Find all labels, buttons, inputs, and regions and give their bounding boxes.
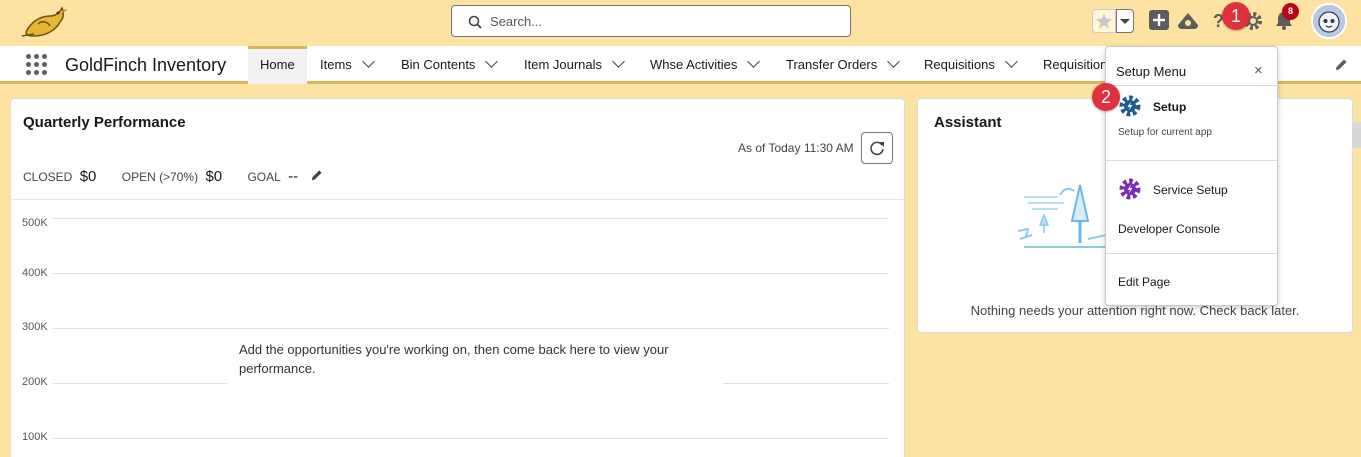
goldfinch-logo[interactable] <box>20 2 72 42</box>
favorite-star-button[interactable] <box>1092 9 1116 33</box>
y-axis-tick: 200K <box>22 376 48 388</box>
step-marker-2: 2 <box>1092 83 1120 111</box>
edit-goal-pencil-icon[interactable] <box>310 169 323 182</box>
setup-gear-blue-icon <box>1119 95 1141 117</box>
app-name: GoldFinch Inventory <box>65 55 227 75</box>
star-icon <box>1096 13 1112 29</box>
utility-panel-toggle[interactable] <box>1352 122 1361 148</box>
chevron-down-icon[interactable] <box>747 55 761 68</box>
divider <box>1106 160 1277 161</box>
nav-tab-label: Item Journals <box>524 57 603 72</box>
favorites-control[interactable] <box>1092 9 1134 33</box>
notification-count-badge: 8 <box>1282 3 1299 20</box>
closed-value: $0 <box>79 168 97 185</box>
nav-tab-label: Home <box>260 57 295 72</box>
close-icon[interactable]: × <box>1254 62 1263 79</box>
search-icon <box>468 15 482 29</box>
step-marker-1: 1 <box>1222 2 1250 30</box>
edit-page-menu-item[interactable]: Edit Page <box>1118 275 1170 289</box>
trailhead-icon[interactable] <box>1177 11 1199 31</box>
card-title: Assistant <box>934 114 1002 131</box>
y-axis-tick: 300K <box>22 321 48 333</box>
y-axis-tick: 100K <box>22 431 48 443</box>
nav-tab-label: Transfer Orders <box>786 57 878 72</box>
chevron-down-icon[interactable] <box>887 55 901 68</box>
developer-console-menu-item[interactable]: Developer Console <box>1118 222 1220 236</box>
refresh-icon <box>870 141 884 156</box>
card-title: Quarterly Performance <box>23 114 186 131</box>
goal-label: GOAL <box>247 170 281 184</box>
setup-menu-item[interactable]: Setup <box>1153 100 1186 114</box>
nav-tab-requisitions[interactable]: Requisitions <box>924 46 1018 84</box>
as-of-timestamp: As of Today 11:30 AM <box>738 141 854 155</box>
nav-tab-label: Bin Contents <box>401 57 476 72</box>
app-launcher-icon[interactable] <box>26 54 48 76</box>
y-axis-tick: 400K <box>22 267 48 279</box>
nav-tab-transfer-orders[interactable]: Transfer Orders <box>786 46 901 84</box>
chevron-down-icon[interactable] <box>485 55 499 68</box>
global-header: Search... ? 8 1 <box>0 0 1361 46</box>
setup-menu-dropdown: Setup Menu × Setup Setup for current app… <box>1105 46 1278 306</box>
divider <box>11 199 904 200</box>
nav-tab-label: Items <box>320 57 352 72</box>
astro-avatar-icon <box>1313 5 1345 37</box>
service-setup-menu-item[interactable]: Service Setup <box>1153 183 1228 197</box>
gridline <box>53 273 889 274</box>
nav-tab-label: Requisition <box>1043 57 1108 72</box>
nav-tab-whse-activities[interactable]: Whse Activities <box>650 46 761 84</box>
chevron-down-icon[interactable] <box>612 55 625 68</box>
caret-down-icon <box>1120 19 1130 24</box>
chevron-down-icon[interactable] <box>1004 55 1018 68</box>
closed-label: CLOSED <box>23 170 73 184</box>
empty-chart-message: Add the opportunities you're working on,… <box>227 332 723 386</box>
nav-tab-label: Whse Activities <box>650 57 738 72</box>
edit-nav-pencil-icon[interactable] <box>1334 58 1348 72</box>
favorites-list-button[interactable] <box>1116 9 1134 33</box>
setup-menu-title: Setup Menu <box>1116 64 1187 79</box>
nav-tab-requisition[interactable]: Requisition <box>1043 46 1107 84</box>
open-label: OPEN (>70%) <box>121 170 199 184</box>
nav-tab-bin-contents[interactable]: Bin Contents <box>401 46 499 84</box>
open-value: $0 <box>205 168 223 185</box>
performance-metrics: CLOSED $0 OPEN (>70%) $0 GOAL -- <box>23 168 323 185</box>
y-axis-tick: 500K <box>22 217 48 229</box>
quarterly-performance-card: Quarterly Performance As of Today 11:30 … <box>10 98 905 457</box>
nav-tab-items[interactable]: Items <box>320 46 375 84</box>
user-avatar[interactable] <box>1311 3 1347 39</box>
divider <box>1106 85 1277 86</box>
goal-value: -- <box>288 168 299 185</box>
nav-tab-item-journals[interactable]: Item Journals <box>524 46 625 84</box>
global-actions-icon[interactable] <box>1149 10 1169 30</box>
nav-tab-label: Requisitions <box>924 57 995 72</box>
nav-tab-home[interactable]: Home <box>248 46 307 84</box>
setup-menu-subtitle: Setup for current app <box>1118 127 1212 138</box>
gridline <box>53 438 889 439</box>
divider <box>1106 253 1277 254</box>
gridline <box>53 218 889 219</box>
empty-state-illustration <box>1018 184 1117 248</box>
service-setup-gear-icon <box>1119 178 1141 200</box>
chevron-down-icon[interactable] <box>361 55 375 68</box>
refresh-button[interactable] <box>861 132 893 164</box>
global-search-input[interactable]: Search... <box>451 5 851 37</box>
search-placeholder: Search... <box>490 14 543 29</box>
gridline <box>53 328 889 329</box>
